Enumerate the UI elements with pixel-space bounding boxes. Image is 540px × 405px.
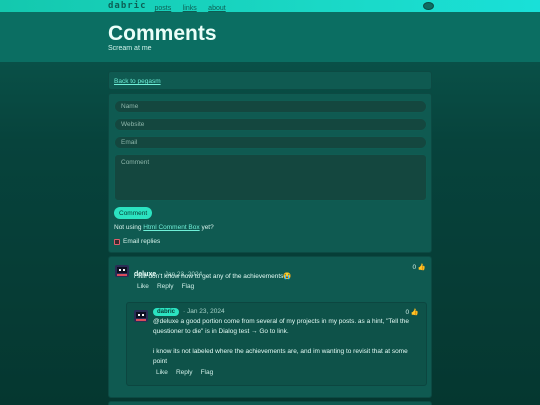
- reply-button[interactable]: Reply: [157, 283, 174, 290]
- nav-link-posts[interactable]: posts: [155, 5, 172, 12]
- flag-button[interactable]: Flag: [182, 283, 195, 290]
- comment-form: Comment Not using Html Comment Box yet? …: [108, 93, 432, 253]
- email-replies-option: Email replies: [114, 238, 160, 245]
- comment-textarea[interactable]: [114, 154, 427, 201]
- next-comment-card: [108, 401, 432, 405]
- theme-toggle-icon[interactable]: [423, 2, 434, 10]
- submit-comment-button[interactable]: Comment: [114, 207, 153, 219]
- promo-suffix: yet?: [199, 224, 214, 231]
- email-replies-label: Email replies: [123, 238, 161, 245]
- reply-body-second: i know its not labeled where the achieve…: [153, 348, 408, 365]
- reply-date: · Jan 23, 2024: [183, 308, 225, 315]
- email-replies-checkbox[interactable]: [114, 238, 120, 245]
- avatar-icon: [115, 265, 129, 277]
- top-bar: dabric posts links about: [0, 0, 540, 12]
- nav-link-links[interactable]: links: [183, 5, 197, 12]
- comment-thread: deluxe · Jan 23, 2024 0 👍 i still don't …: [108, 256, 432, 398]
- name-field[interactable]: [114, 100, 427, 113]
- website-field[interactable]: [114, 118, 427, 131]
- like-count[interactable]: 0 👍: [412, 263, 426, 271]
- reply-comment: dabric · Jan 23, 2024 0 👍 @deluxe a good…: [126, 302, 427, 386]
- like-button[interactable]: Like: [156, 369, 168, 376]
- flag-button[interactable]: Flag: [201, 369, 214, 376]
- back-link-card: Back to pegasm: [108, 71, 432, 90]
- reply-body: @deluxe a good portion come from several…: [153, 318, 410, 335]
- reply-button[interactable]: Reply: [176, 369, 193, 376]
- back-link[interactable]: Back to pegasm: [114, 78, 161, 85]
- promo-text: Not using Html Comment Box yet?: [114, 224, 214, 231]
- comment-actions: Like Reply Flag: [137, 283, 202, 290]
- email-field[interactable]: [114, 136, 427, 149]
- like-button[interactable]: Like: [137, 283, 149, 290]
- site-logo[interactable]: dabric: [108, 1, 147, 11]
- page-subtitle: Scream at me: [108, 45, 152, 52]
- avatar-icon: [134, 310, 148, 322]
- reply-actions: Like Reply Flag: [156, 369, 221, 376]
- page-title: Comments: [108, 22, 217, 45]
- promo-prefix: Not using: [114, 224, 144, 231]
- reply-like-count[interactable]: 0 👍: [405, 308, 419, 316]
- promo-link[interactable]: Html Comment Box: [143, 224, 199, 231]
- nav-link-about[interactable]: about: [208, 5, 226, 12]
- reply-author-badge[interactable]: dabric: [153, 308, 180, 316]
- comment-body: i still don't know how to get any of the…: [134, 273, 292, 280]
- page-header: [0, 12, 540, 62]
